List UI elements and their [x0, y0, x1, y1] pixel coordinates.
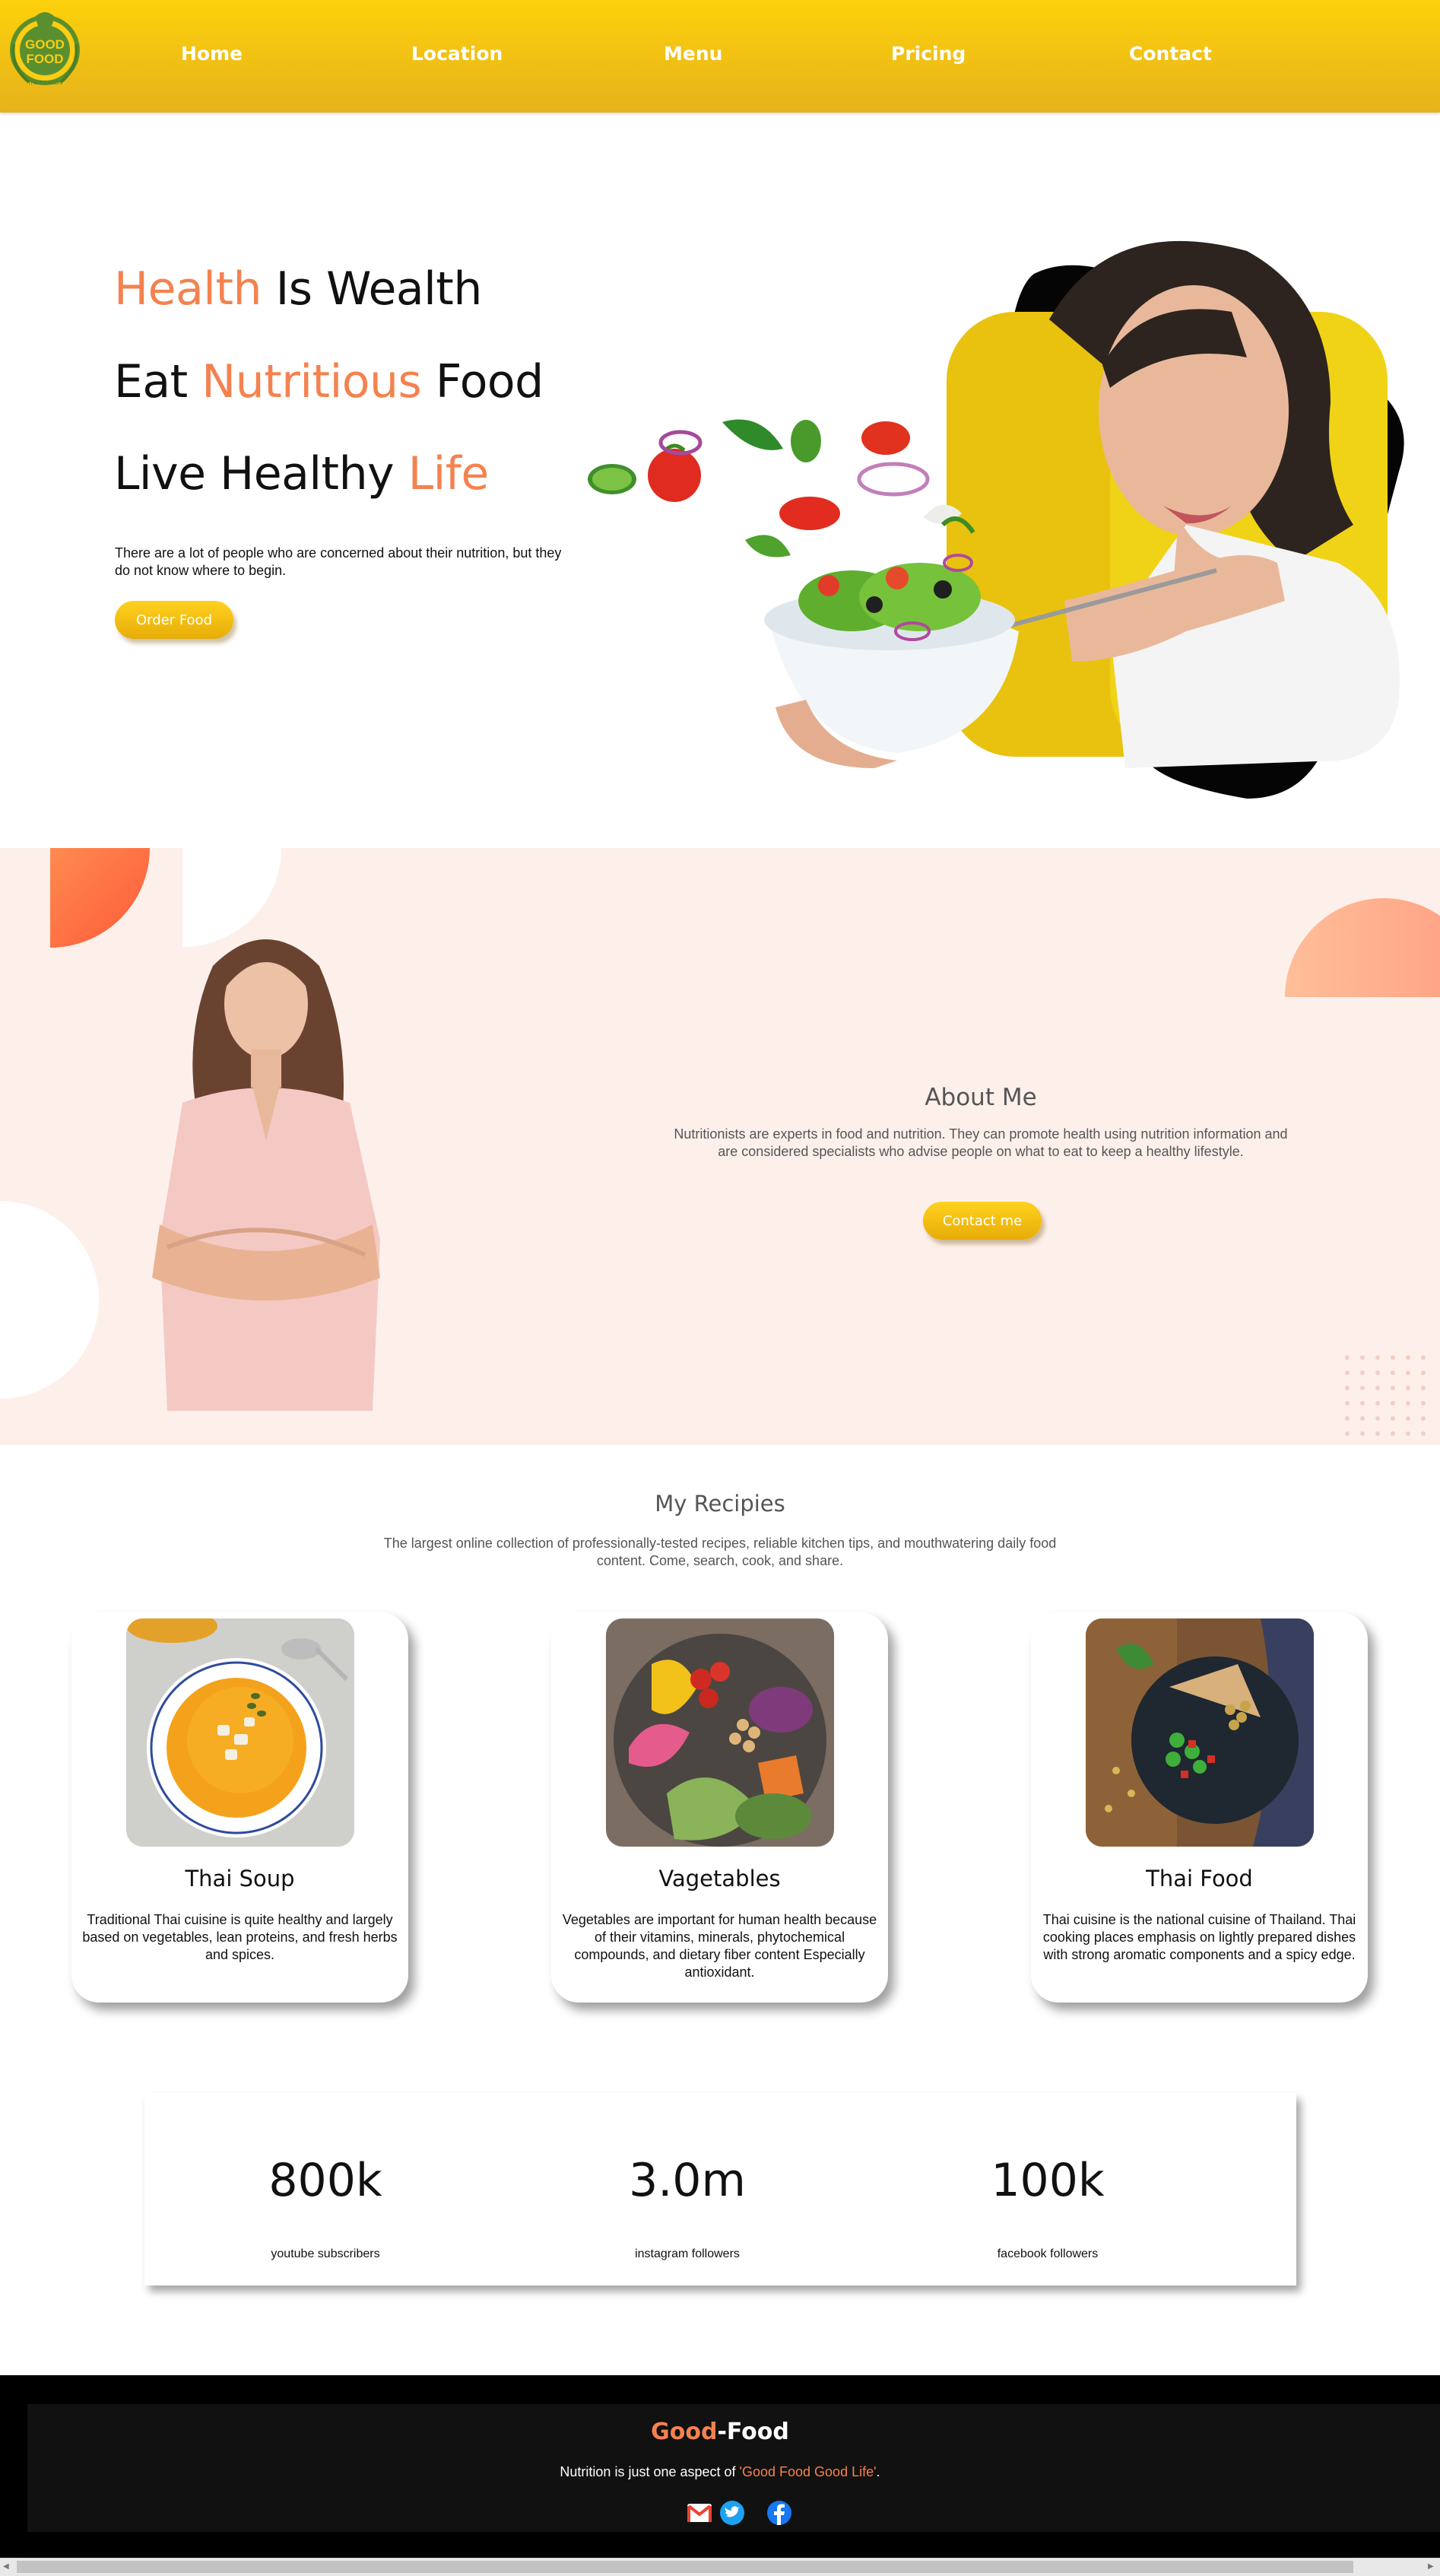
- hero-text: Eat: [114, 355, 202, 408]
- hero-woman-salad-image: [588, 240, 1404, 799]
- footer-tagline-text: Nutrition is just one aspect of: [560, 2464, 740, 2479]
- about-description: Nutritionists are experts in food and nu…: [674, 1126, 1288, 1159]
- hero-heading-line1: Health Is Wealth: [114, 262, 482, 316]
- logo-text-bottom: FOOD: [26, 52, 63, 66]
- card-title: Vagetables: [658, 1866, 781, 1892]
- nav-menu[interactable]: Menu: [664, 43, 722, 65]
- card-title: Thai Food: [1146, 1866, 1253, 1892]
- horizontal-scrollbar[interactable]: ◀ ▶: [0, 2558, 1440, 2576]
- scroll-left-arrow-icon[interactable]: ◀: [3, 2562, 9, 2571]
- card-description: Thai cuisine is the national cuisine of …: [1042, 1912, 1356, 1962]
- footer-brand-rest: -Food: [717, 2419, 789, 2445]
- nav-contact[interactable]: Contact: [1129, 43, 1212, 65]
- hero-text: Is Wealth: [262, 262, 483, 316]
- hero-heading-line3: Live Healthy Life: [114, 447, 489, 500]
- thai-soup-image: [126, 1618, 354, 1847]
- gmail-icon[interactable]: [687, 2500, 712, 2526]
- stat-value-youtube: 800k: [268, 2154, 382, 2207]
- about-title: About Me: [925, 1084, 1037, 1111]
- hero-heading-line2: Eat Nutritious Food: [114, 355, 544, 408]
- hero-description: There are a lot of people who are concer…: [115, 545, 562, 578]
- stats-panel: 800k youtube subscribers 3.0m instagram …: [144, 2093, 1296, 2285]
- facebook-icon[interactable]: [766, 2500, 792, 2526]
- nav-location[interactable]: Location: [411, 43, 503, 65]
- hero-text: Live Healthy: [114, 447, 408, 500]
- contact-me-button[interactable]: Contact me: [923, 1202, 1042, 1240]
- stat-value-instagram: 3.0m: [629, 2154, 746, 2207]
- recipe-card-thai-food[interactable]: Thai Food Thai cuisine is the national c…: [1031, 1612, 1368, 2003]
- footer-tagline: Nutrition is just one aspect of 'Good Fo…: [0, 2464, 1440, 2480]
- card-description: Vegetables are important for human healt…: [562, 1912, 877, 1980]
- footer-tagline-accent: 'Good Food Good Life': [739, 2464, 877, 2479]
- thai-food-image: [1086, 1618, 1314, 1847]
- footer-brand-accent: Good: [651, 2419, 718, 2445]
- recipes-description: The largest online collection of profess…: [383, 1536, 1057, 1568]
- hero-accent-life: Life: [408, 447, 490, 500]
- nutritionist-portrait-image: [152, 939, 380, 1411]
- stat-label-facebook: facebook followers: [997, 2247, 1099, 2260]
- stat-value-facebook: 100k: [991, 2154, 1105, 2207]
- hero-accent-health: Health: [114, 262, 262, 316]
- footer-brand: Good-Food: [0, 2419, 1440, 2445]
- scroll-right-arrow-icon[interactable]: ▶: [1428, 2562, 1434, 2571]
- vegetables-bowl-image: [606, 1618, 834, 1847]
- order-food-button[interactable]: Order Food: [115, 601, 233, 639]
- card-title: Thai Soup: [185, 1866, 295, 1892]
- top-navbar: GOOD FOOD THE REASON Home Location Menu …: [0, 0, 1440, 113]
- logo-text-top: GOOD: [25, 37, 65, 52]
- stat-label-instagram: instagram followers: [635, 2247, 740, 2260]
- hero-text: Food: [421, 355, 544, 408]
- logo-subtext: THE REASON: [27, 81, 62, 86]
- recipe-card-thai-soup[interactable]: Thai Soup Traditional Thai cuisine is qu…: [71, 1612, 408, 2003]
- scrollbar-thumb[interactable]: [17, 2561, 1353, 2573]
- nav-home[interactable]: Home: [181, 43, 243, 65]
- footer-tagline-end: .: [876, 2464, 880, 2479]
- stat-label-youtube: youtube subscribers: [271, 2247, 380, 2260]
- recipe-card-vegetables[interactable]: Vagetables Vegetables are important for …: [551, 1612, 888, 2003]
- good-food-logo[interactable]: GOOD FOOD THE REASON: [3, 6, 87, 90]
- recipes-title: My Recipies: [655, 1491, 785, 1517]
- hero-accent-nutritious: Nutritious: [201, 355, 422, 408]
- card-description: Traditional Thai cuisine is quite health…: [82, 1912, 398, 1962]
- nav-pricing[interactable]: Pricing: [891, 43, 966, 65]
- twitter-icon[interactable]: [719, 2500, 745, 2526]
